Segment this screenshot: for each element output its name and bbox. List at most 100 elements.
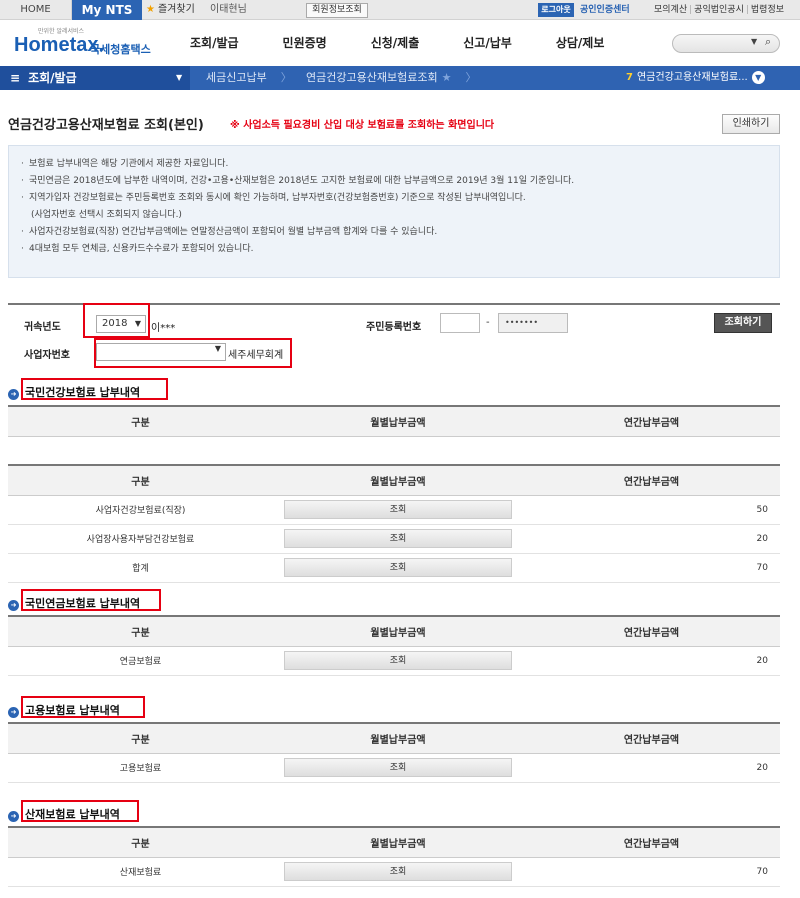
info-item: 4대보험 모두 연체금, 신용카드수수료가 포함되어 있습니다. — [21, 241, 767, 258]
col-header: 연간납부금액 — [523, 826, 780, 858]
col-header: 월별납부금액 — [273, 405, 523, 437]
industrial-table: 구분 월별납부금액 연간납부금액 산재보험료 조회 70 — [8, 826, 780, 887]
masked-name: 이*** — [151, 323, 176, 334]
employment-table: 구분 월별납부금액 연간납부금액 고용보험료 조회 20 — [8, 722, 780, 783]
page-title: 연금건강고용산재보험료 조회(본인) — [8, 118, 204, 133]
recent-count: 7 — [626, 72, 633, 83]
col-header: 구분 — [8, 464, 273, 496]
view-cell: 조회 — [273, 857, 523, 887]
page-note: ※ 사업소득 필요경비 산입 대상 보험료를 조회하는 화면입니다 — [230, 120, 495, 131]
chevron-down-icon[interactable]: ▼ — [751, 37, 757, 46]
col-header: 구분 — [8, 615, 273, 647]
info-subtext: (사업자번호 선택시 조회되지 않습니다.) — [31, 210, 182, 220]
query-button[interactable]: 조회하기 — [714, 313, 772, 333]
cert-center-link[interactable]: 공인인증센터 — [580, 0, 630, 20]
home-link[interactable]: HOME — [0, 0, 72, 20]
table-row: 연금보험료 조회 20 — [8, 646, 780, 676]
row-label: 고용보험료 — [8, 753, 273, 783]
menu-civil[interactable]: 민원증명 — [283, 20, 327, 66]
biz-label: 사업자번호 — [24, 350, 70, 361]
bullet-icon: ➜ — [8, 811, 19, 822]
bullet-icon: ➜ — [8, 600, 19, 611]
view-cell: 조회 — [273, 524, 523, 554]
favorites-link[interactable]: ★ 즐겨찾기 — [146, 0, 195, 20]
menu-report[interactable]: 신고/납부 — [463, 20, 512, 66]
view-button[interactable]: 조회 — [284, 529, 512, 548]
table-row: 산재보험료 조회 70 — [8, 857, 780, 887]
hometax-logo[interactable]: 만위한 알레서비스 Hometax. 국세청홈택스 — [10, 26, 160, 62]
menu-apply[interactable]: 신청/제출 — [371, 20, 420, 66]
info-item: 국민연금은 2018년도에 납부한 내역이며, 건강•고용•산재보험은 2018… — [21, 173, 767, 190]
logout-button[interactable]: 로그아웃 — [538, 3, 574, 17]
col-header: 연간납부금액 — [523, 615, 780, 647]
mynts-link[interactable]: My NTS — [72, 0, 142, 20]
top-links: 모의계산 | 공익법인공시 | 법령정보 — [652, 5, 786, 15]
row-label: 사업장사용자부담건강보험료 — [8, 524, 273, 554]
row-amount: 70 — [523, 857, 780, 887]
highlight-box — [21, 589, 161, 611]
view-button[interactable]: 조회 — [284, 651, 512, 670]
row-amount: 20 — [523, 524, 780, 554]
header: 만위한 알레서비스 Hometax. 국세청홈택스 조회/발급 민원증명 신청/… — [0, 20, 800, 66]
breadcrumb-item-1[interactable]: 세금신고납부 〉 — [206, 66, 292, 90]
breadcrumb-label: 세금신고납부 — [206, 71, 267, 84]
view-cell: 조회 — [273, 553, 523, 583]
breadcrumb-item-2[interactable]: 연금건강고용산재보험료조회 ★ 〉 — [306, 66, 476, 90]
pension-table: 구분 월별납부금액 연간납부금액 연금보험료 조회 20 — [8, 615, 780, 676]
view-button[interactable]: 조회 — [284, 758, 512, 777]
nav-bar: ≡ 조회/발급 ▼ 세금신고납부 〉 연금건강고용산재보험료조회 ★ 〉 7 연금건강고용… — [0, 66, 800, 90]
search-icon[interactable]: ⌕ — [765, 35, 771, 49]
all-menu-button[interactable]: ≡ 조회/발급 ▼ — [0, 66, 190, 90]
main-menu: 조회/발급 민원증명 신청/제출 신고/납부 상담/제보 — [190, 20, 648, 66]
view-button[interactable]: 조회 — [284, 500, 512, 519]
logo-kr: 국세청홈택스 — [90, 43, 151, 56]
view-button[interactable]: 조회 — [284, 558, 512, 577]
year-label: 귀속년도 — [24, 322, 61, 333]
rrn-back-input[interactable]: ••••••• — [498, 313, 568, 333]
search-input[interactable]: ▼ ⌕ — [672, 34, 780, 53]
col-header: 구분 — [8, 826, 273, 858]
chevron-down-icon[interactable]: ▼ — [751, 71, 765, 84]
menu-inquiry[interactable]: 조회/발급 — [190, 20, 239, 66]
chevron-right-icon: 〉 — [280, 71, 292, 84]
col-header: 연간납부금액 — [523, 722, 780, 754]
col-header: 연간납부금액 — [523, 405, 780, 437]
col-header: 월별납부금액 — [273, 615, 523, 647]
col-header: 구분 — [8, 405, 273, 437]
top-link-law[interactable]: 법령정보 — [749, 5, 786, 15]
star-icon: ★ — [146, 4, 155, 15]
user-name: 이태현님 — [210, 4, 247, 15]
top-link-disclosure[interactable]: 공익법인공시 — [692, 5, 746, 15]
recent-menu[interactable]: 7 연금건강고용산재보험료... ▼ — [626, 66, 765, 90]
table-row: 고용보험료 조회 20 — [8, 753, 780, 783]
row-label: 연금보험료 — [8, 646, 273, 676]
health-detail-table: 구분 월별납부금액 연간납부금액 사업자건강보험료(직장) 조회 50 사업장사용자부담… — [8, 464, 780, 583]
star-icon[interactable]: ★ — [442, 71, 452, 84]
health-summary-table: 구분 월별납부금액 연간납부금액 — [8, 405, 780, 467]
favorites-label: 즐겨찾기 — [157, 4, 195, 15]
row-amount: 50 — [523, 495, 780, 525]
view-cell: 조회 — [273, 646, 523, 676]
bullet-icon: ➜ — [8, 389, 19, 400]
row-label: 사업자건강보험료(직장) — [8, 495, 273, 525]
menu-consult[interactable]: 상담/제보 — [556, 20, 605, 66]
highlight-box — [94, 338, 292, 368]
highlight-box — [83, 303, 150, 338]
hamburger-icon: ≡ — [10, 71, 21, 85]
breadcrumb-label: 연금건강고용산재보험료조회 — [306, 71, 438, 84]
col-header: 월별납부금액 — [273, 464, 523, 496]
member-info-button[interactable]: 회원정보조회 — [306, 3, 368, 18]
table-row: 합계 조회 70 — [8, 553, 780, 583]
top-link-simulation[interactable]: 모의계산 — [652, 5, 689, 15]
row-label: 산재보험료 — [8, 857, 273, 887]
col-header: 구분 — [8, 722, 273, 754]
rrn-front-input[interactable] — [440, 313, 480, 333]
col-header: 월별납부금액 — [273, 722, 523, 754]
highlight-box — [21, 800, 139, 822]
view-button[interactable]: 조회 — [284, 862, 512, 881]
col-header: 연간납부금액 — [523, 464, 780, 496]
view-cell: 조회 — [273, 753, 523, 783]
view-cell: 조회 — [273, 495, 523, 525]
highlight-box — [21, 378, 168, 400]
print-button[interactable]: 인쇄하기 — [722, 114, 780, 134]
